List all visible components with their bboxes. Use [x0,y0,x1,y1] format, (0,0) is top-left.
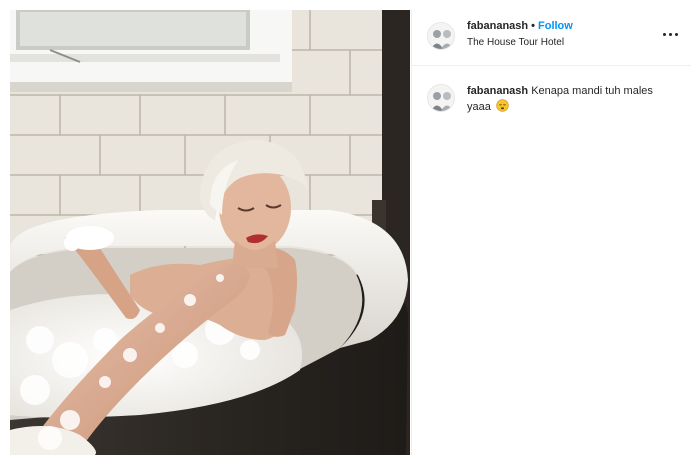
more-options-icon[interactable] [663,28,679,40]
follow-button[interactable]: Follow [538,20,573,32]
post-header: fabananash • Follow The House Tour Hotel [412,10,691,66]
location-link[interactable]: The House Tour Hotel [467,37,564,48]
sleepy-face-emoji-icon [496,99,509,112]
bathtub-photo-icon [10,10,410,455]
profile-avatar-icon [428,23,454,49]
post-side-panel: fabananash • Follow The House Tour Hotel f… [411,10,691,455]
avatar[interactable] [427,22,455,50]
comment-avatar[interactable] [427,84,455,112]
separator-dot: • [531,20,535,32]
header-username[interactable]: fabananash [467,20,528,32]
instagram-post: fabananash • Follow The House Tour Hotel f… [0,0,700,465]
comment-username[interactable]: fabananash [467,85,528,97]
post-photo[interactable] [10,10,410,455]
header-user-line: fabananash • Follow [467,20,573,32]
profile-avatar-icon [428,85,454,111]
comment-text: fabananash Kenapa mandi tuh males yaaa [467,84,677,115]
